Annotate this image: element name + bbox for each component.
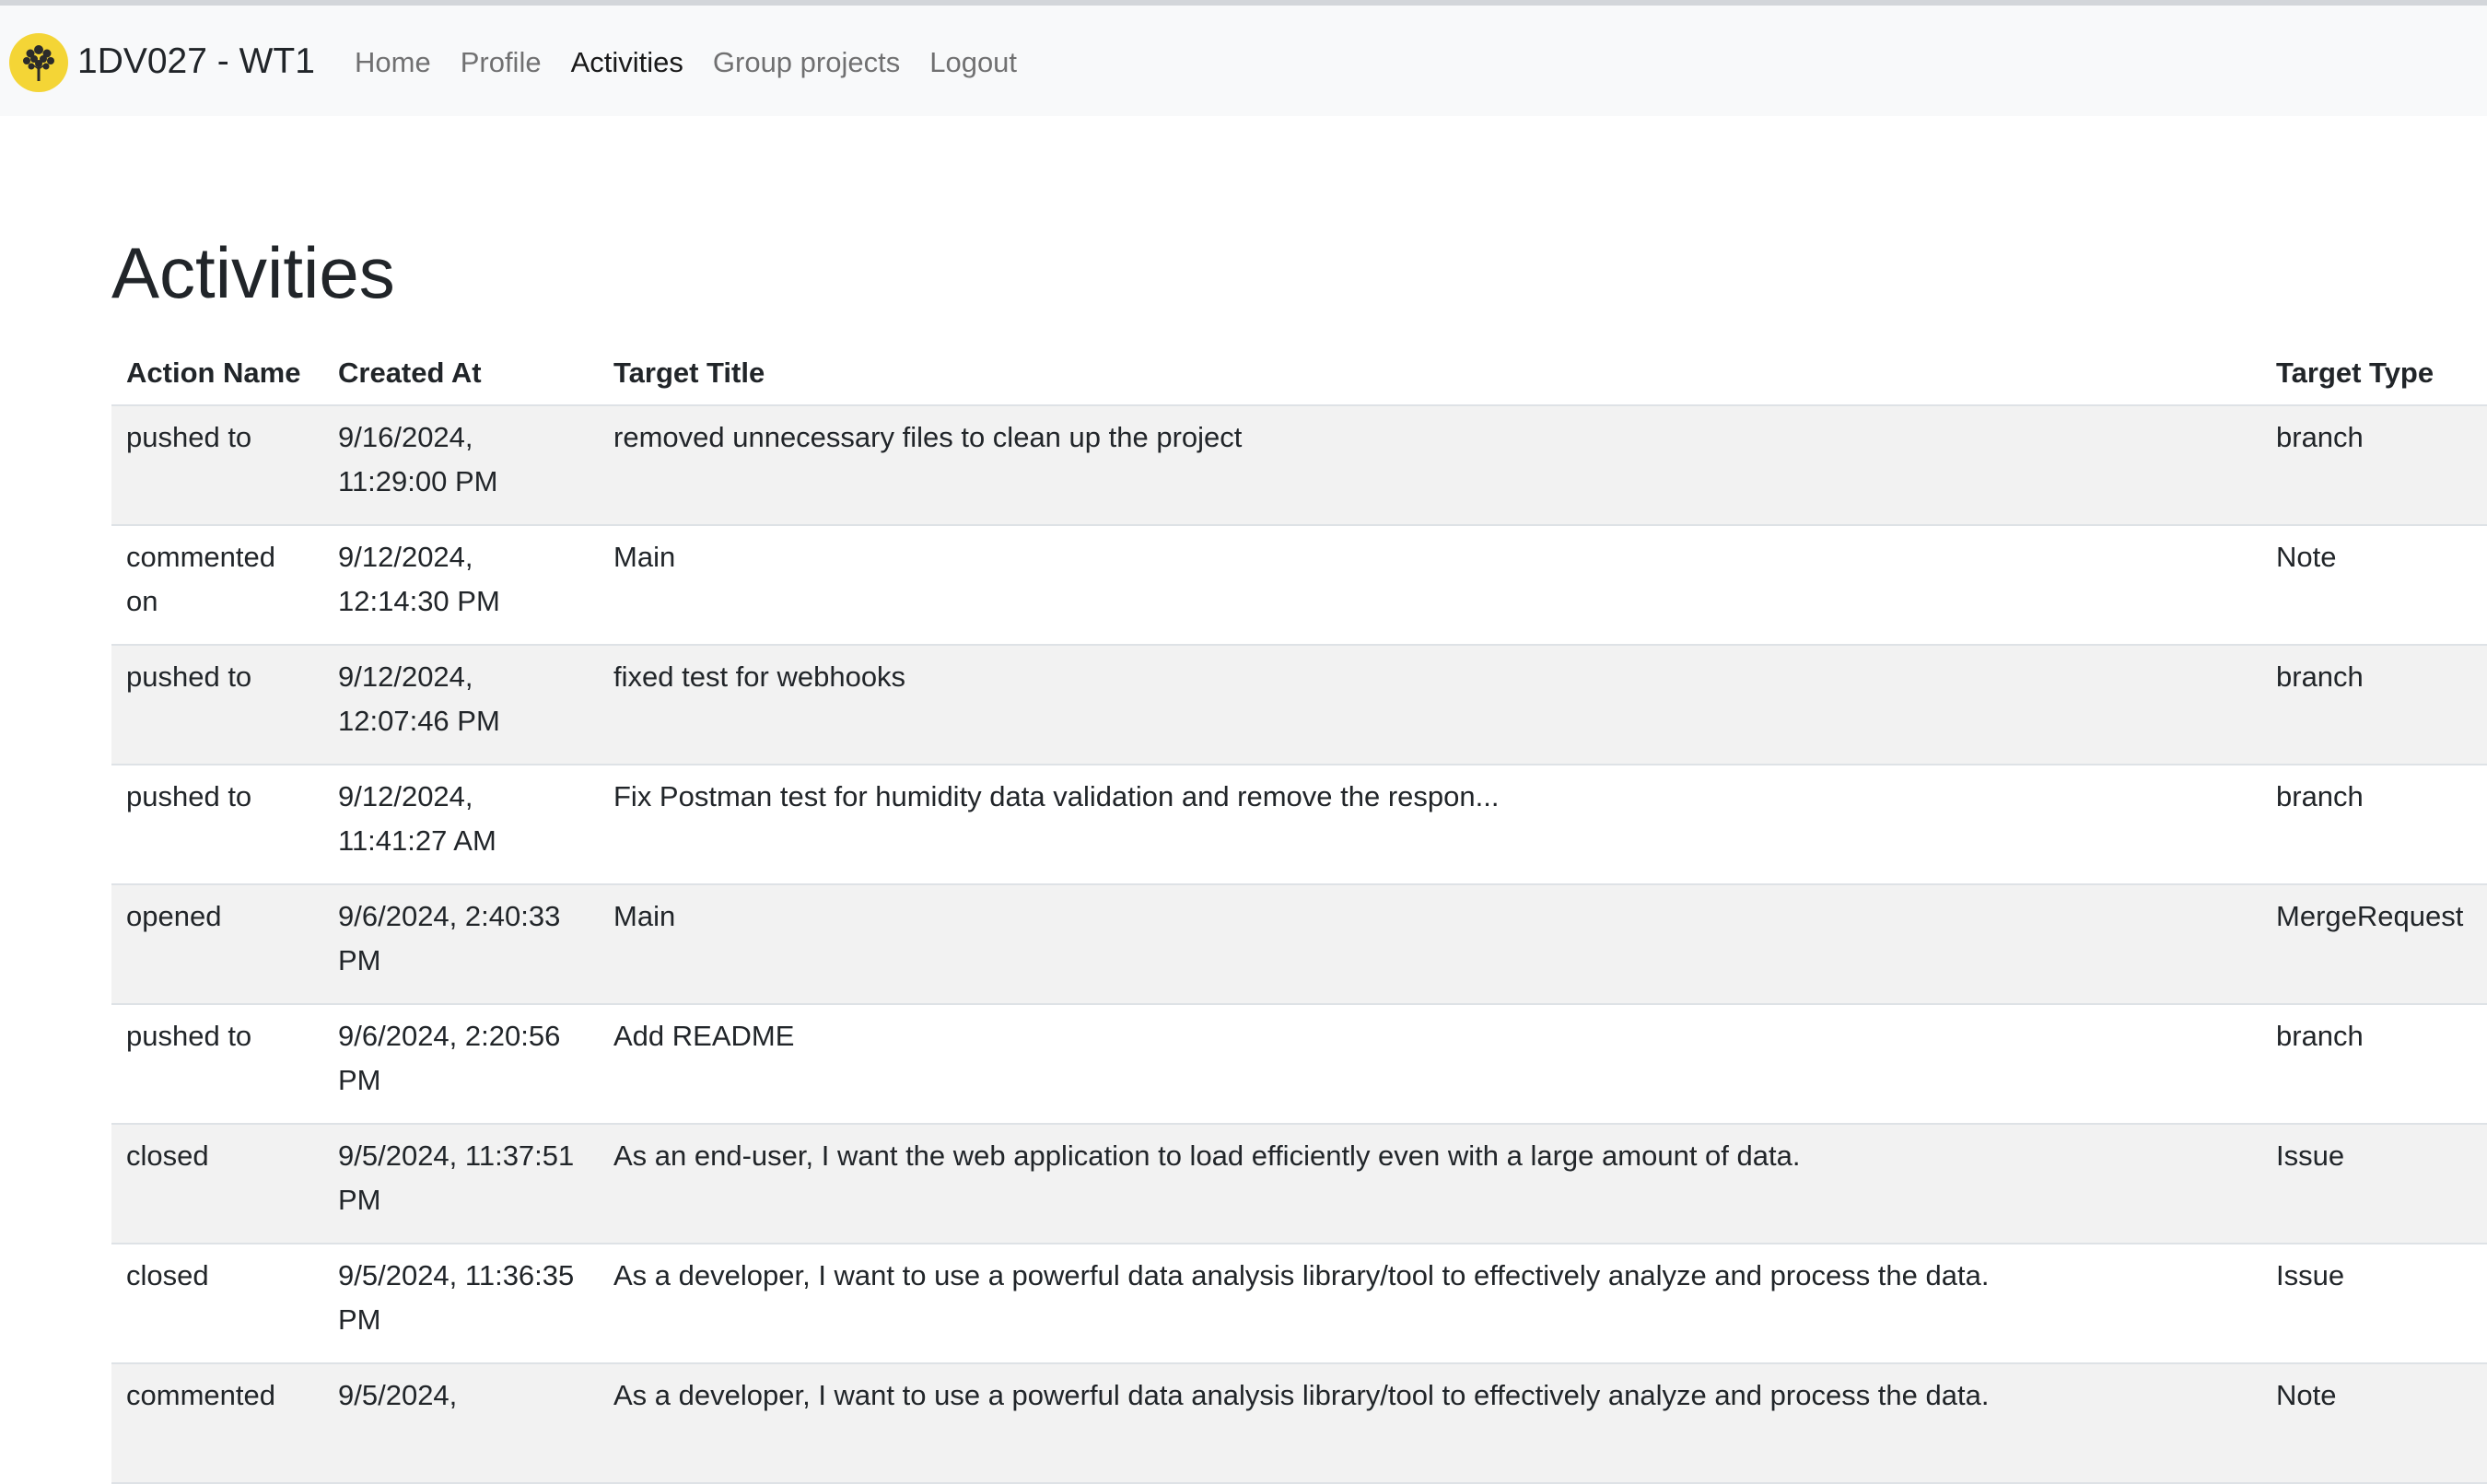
cell-created: 9/5/2024, <box>323 1363 599 1484</box>
cell-title: Main <box>599 525 2261 646</box>
table-header-row: Action Name Created At Target Title Targ… <box>111 341 2487 406</box>
cell-type: MergeRequest <box>2261 884 2487 1005</box>
cell-created: 9/5/2024, 11:36:35 PM <box>323 1244 599 1364</box>
cell-action: pushed to <box>111 765 323 885</box>
nav-profile[interactable]: Profile <box>461 42 542 83</box>
nav-group-projects[interactable]: Group projects <box>713 42 900 83</box>
cell-type: branch <box>2261 405 2487 526</box>
cell-type: Note <box>2261 1363 2487 1484</box>
cell-title: As an end-user, I want the web applicati… <box>599 1124 2261 1244</box>
cell-created: 9/12/2024, 12:14:30 PM <box>323 525 599 646</box>
table-row: commented 9/5/2024, As a developer, I wa… <box>111 1363 2487 1484</box>
cell-title: As a developer, I want to use a powerful… <box>599 1244 2261 1364</box>
cell-created: 9/12/2024, 11:41:27 AM <box>323 765 599 885</box>
cell-title: Fix Postman test for humidity data valid… <box>599 765 2261 885</box>
nav-links: Home Profile Activities Group projects L… <box>355 42 1046 83</box>
header-target-type: Target Type <box>2261 341 2487 406</box>
cell-type: Issue <box>2261 1244 2487 1364</box>
table-row: pushed to 9/12/2024, 11:41:27 AM Fix Pos… <box>111 765 2487 885</box>
activities-table: Action Name Created At Target Title Targ… <box>111 341 2487 1484</box>
cell-action: opened <box>111 884 323 1005</box>
cell-created: 9/6/2024, 2:20:56 PM <box>323 1004 599 1125</box>
cell-title: fixed test for webhooks <box>599 645 2261 765</box>
table-row: closed 9/5/2024, 11:37:51 PM As an end-u… <box>111 1124 2487 1244</box>
cell-type: branch <box>2261 1004 2487 1125</box>
cell-title: As a developer, I want to use a powerful… <box>599 1363 2261 1484</box>
cell-created: 9/16/2024, 11:29:00 PM <box>323 405 599 526</box>
nav-activities[interactable]: Activities <box>571 42 683 83</box>
cell-action: closed <box>111 1124 323 1244</box>
table-row: commented on 9/12/2024, 12:14:30 PM Main… <box>111 525 2487 646</box>
cell-title: Add README <box>599 1004 2261 1125</box>
cell-type: branch <box>2261 765 2487 885</box>
table-row: opened 9/6/2024, 2:40:33 PM Main MergeRe… <box>111 884 2487 1005</box>
cell-title: removed unnecessary files to clean up th… <box>599 405 2261 526</box>
header-created-at: Created At <box>323 341 599 406</box>
table-row: pushed to 9/16/2024, 11:29:00 PM removed… <box>111 405 2487 526</box>
table-row: pushed to 9/6/2024, 2:20:56 PM Add READM… <box>111 1004 2487 1125</box>
cell-action: pushed to <box>111 1004 323 1125</box>
header-target-title: Target Title <box>599 341 2261 406</box>
cell-action: pushed to <box>111 645 323 765</box>
brand-name[interactable]: 1DV027 - WT1 <box>77 39 315 85</box>
cell-action: commented on <box>111 525 323 646</box>
cell-created: 9/5/2024, 11:37:51 PM <box>323 1124 599 1244</box>
cell-type: branch <box>2261 645 2487 765</box>
cell-created: 9/6/2024, 2:40:33 PM <box>323 884 599 1005</box>
cell-title: Main <box>599 884 2261 1005</box>
table-row: closed 9/5/2024, 11:36:35 PM As a develo… <box>111 1244 2487 1364</box>
cell-action: commented <box>111 1363 323 1484</box>
nav-home[interactable]: Home <box>355 42 431 83</box>
table-row: pushed to 9/12/2024, 12:07:46 PM fixed t… <box>111 645 2487 765</box>
brand-logo[interactable] <box>9 33 68 92</box>
header-action-name: Action Name <box>111 341 323 406</box>
cell-type: Issue <box>2261 1124 2487 1244</box>
cell-action: closed <box>111 1244 323 1364</box>
navbar: 1DV027 - WT1 Home Profile Activities Gro… <box>0 6 2487 116</box>
nav-logout[interactable]: Logout <box>929 42 1017 83</box>
page-title: Activities <box>111 232 395 313</box>
cell-created: 9/12/2024, 12:07:46 PM <box>323 645 599 765</box>
cell-action: pushed to <box>111 405 323 526</box>
cell-type: Note <box>2261 525 2487 646</box>
tree-icon <box>23 45 54 81</box>
